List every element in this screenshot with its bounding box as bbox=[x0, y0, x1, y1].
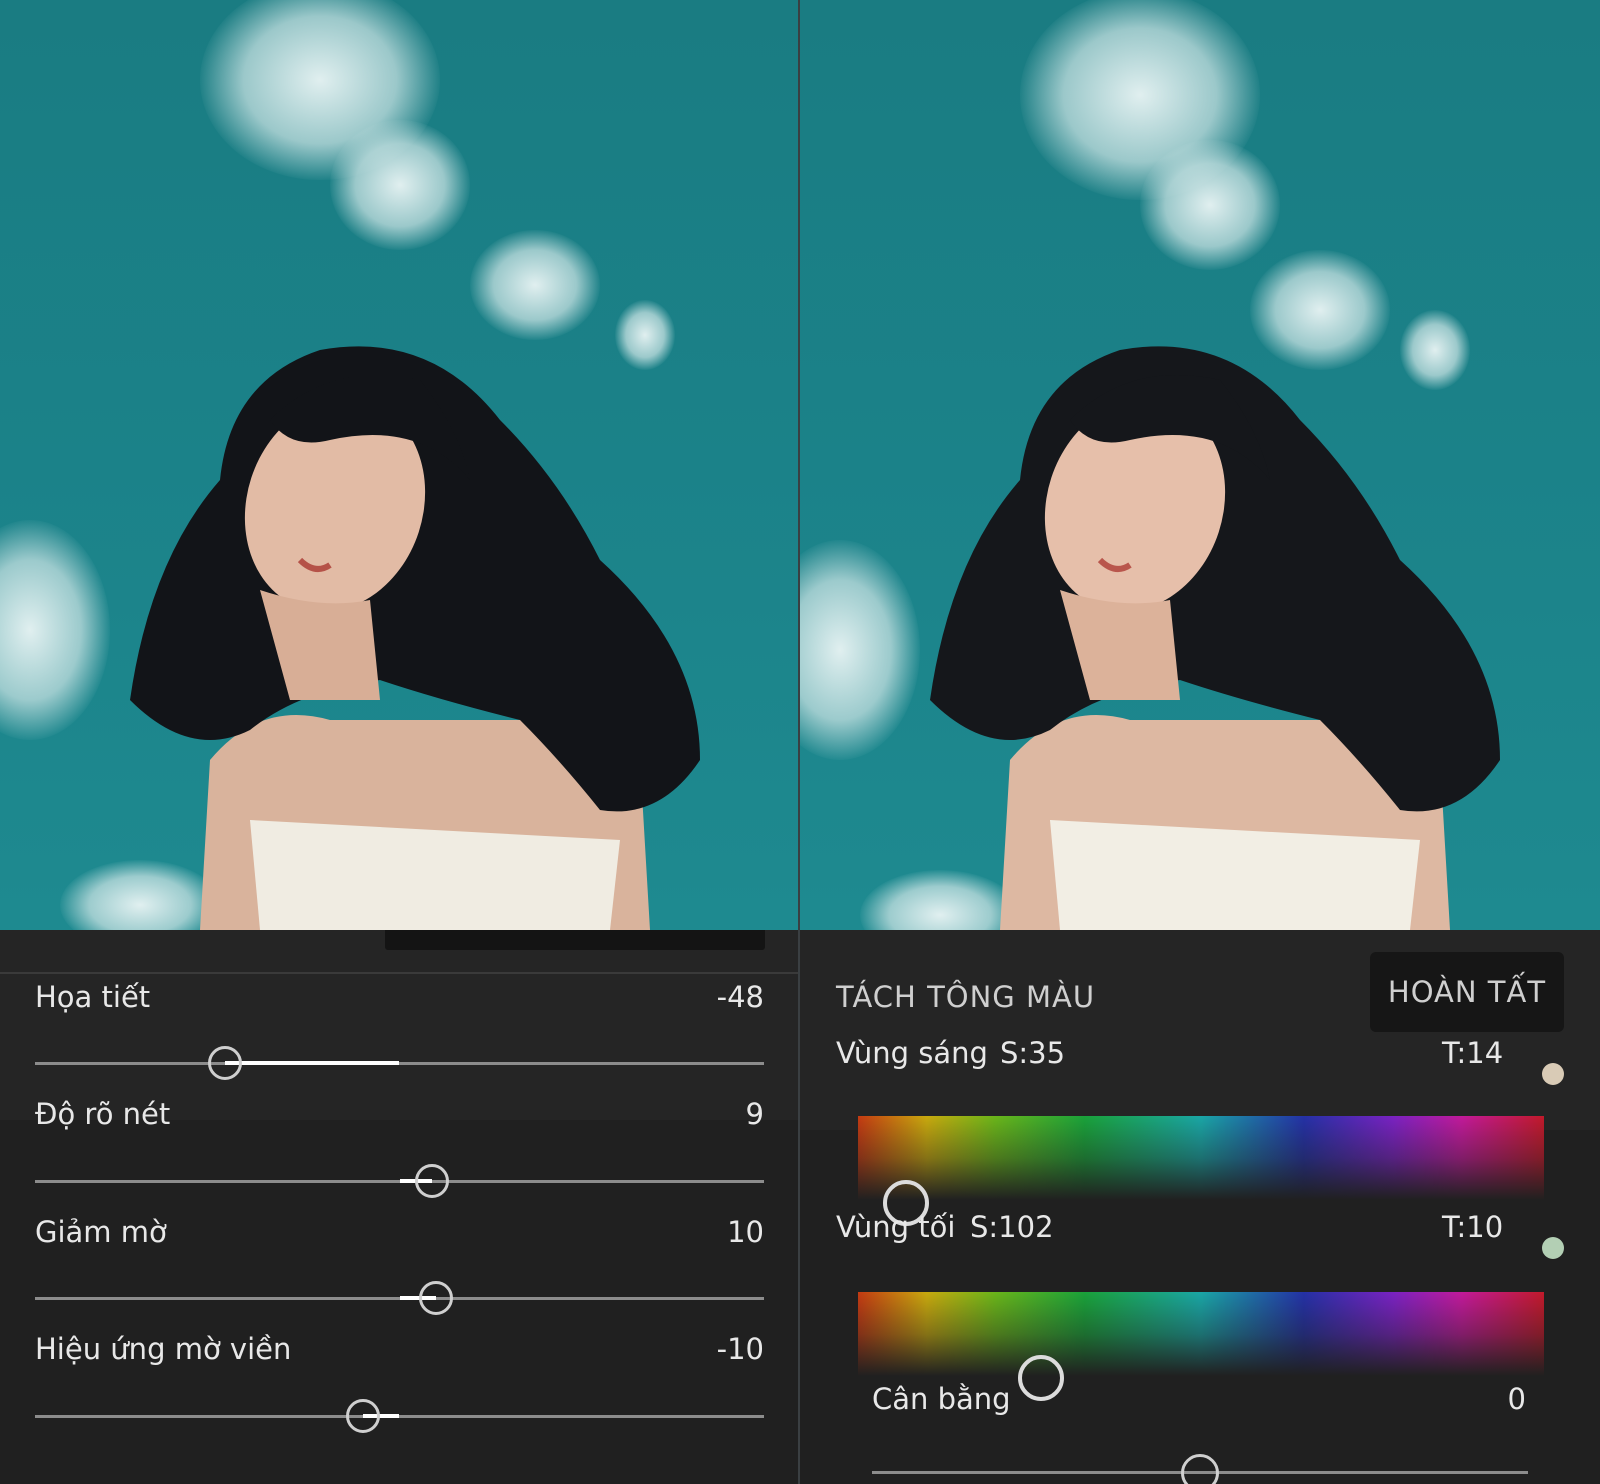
highlights-color-swatch[interactable] bbox=[1542, 1063, 1564, 1085]
slider-value: 10 bbox=[727, 1215, 764, 1249]
shadows-color-swatch[interactable] bbox=[1542, 1237, 1564, 1259]
shadows-color-spectrum[interactable] bbox=[858, 1292, 1544, 1376]
photo-preview bbox=[800, 0, 1600, 930]
right-screen: TÁCH TÔNG MÀU HOÀN TẤT Vùng sáng S:35 T:… bbox=[800, 0, 1600, 1484]
panel-title: TÁCH TÔNG MÀU bbox=[836, 980, 1096, 1014]
portrait-image bbox=[930, 346, 1500, 930]
slider-track[interactable] bbox=[35, 1415, 764, 1418]
slider-label: Độ rõ nét bbox=[35, 1097, 171, 1131]
split-toning-panel: TÁCH TÔNG MÀU HOÀN TẤT Vùng sáng S:35 T:… bbox=[800, 930, 1600, 1484]
portrait-image bbox=[130, 346, 700, 930]
balance-slider-thumb[interactable] bbox=[1181, 1454, 1219, 1484]
highlights-color-spectrum[interactable] bbox=[858, 1116, 1544, 1200]
slider-label: Hiệu ứng mờ viền bbox=[35, 1332, 292, 1366]
slider-thumb[interactable] bbox=[415, 1164, 450, 1198]
done-button[interactable]: HOÀN TẤT bbox=[1370, 952, 1564, 1032]
balance-label: Cân bằng bbox=[872, 1382, 1011, 1416]
slider-thumb[interactable] bbox=[418, 1281, 453, 1315]
shadows-color-picker[interactable] bbox=[1018, 1355, 1064, 1401]
shadows-saturation: S:102 bbox=[970, 1210, 1054, 1244]
effects-panel: Họa tiết -48 Độ rõ nét 9 Giảm mờ 10 Hiệu… bbox=[0, 930, 800, 1484]
panel-drag-handle[interactable] bbox=[385, 930, 765, 950]
slider-fill bbox=[224, 1061, 400, 1065]
slider-value: -10 bbox=[716, 1332, 764, 1366]
left-screen: Họa tiết -48 Độ rõ nét 9 Giảm mờ 10 Hiệu… bbox=[0, 0, 800, 1484]
shadows-tone: T:10 bbox=[1442, 1210, 1504, 1244]
photo-preview bbox=[0, 0, 800, 930]
shadows-label: Vùng tối bbox=[836, 1210, 956, 1244]
slider-value: 9 bbox=[745, 1097, 764, 1131]
slider-thumb[interactable] bbox=[346, 1399, 381, 1433]
highlights-tone: T:14 bbox=[1442, 1036, 1504, 1070]
slider-thumb[interactable] bbox=[207, 1046, 242, 1080]
highlights-label: Vùng sáng bbox=[836, 1036, 988, 1070]
slider-label: Giảm mờ bbox=[35, 1215, 167, 1249]
slider-track[interactable] bbox=[35, 1062, 764, 1065]
slider-value: -48 bbox=[716, 980, 764, 1014]
balance-value: 0 bbox=[1507, 1382, 1526, 1416]
highlights-saturation: S:35 bbox=[1000, 1036, 1066, 1070]
slider-label: Họa tiết bbox=[35, 980, 151, 1014]
